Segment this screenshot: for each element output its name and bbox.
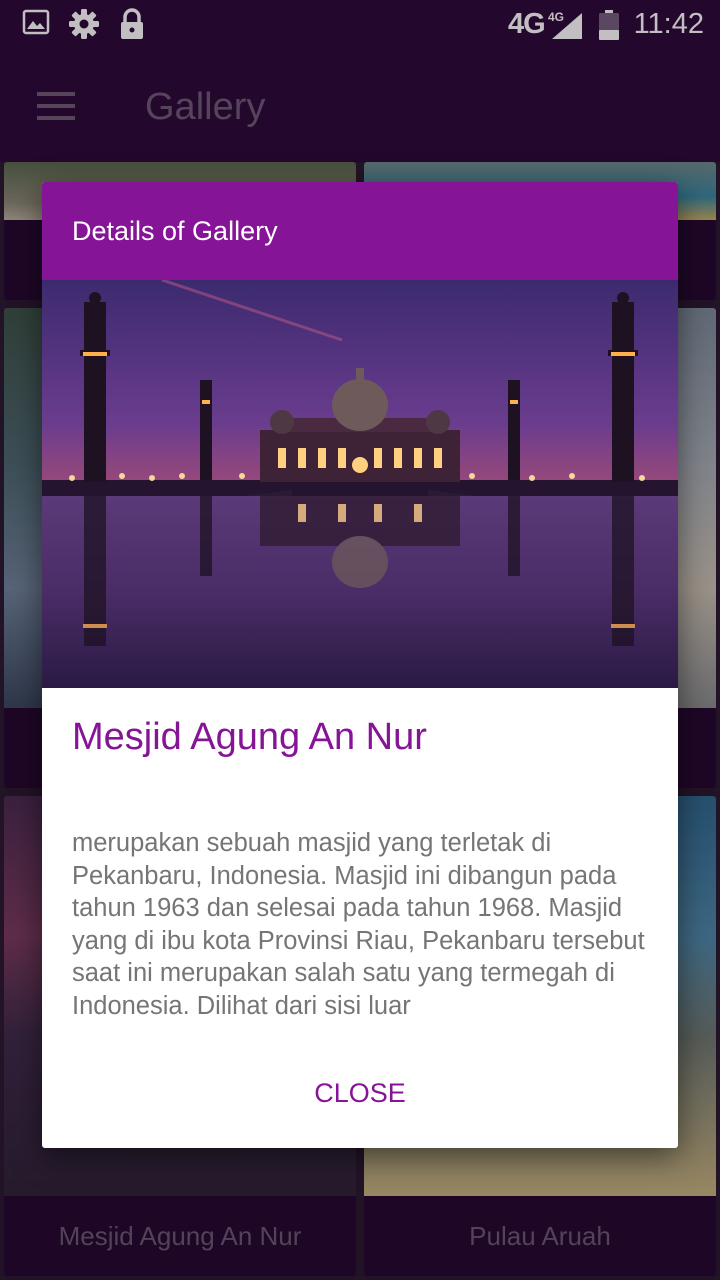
description-scroll[interactable]: merupakan sebuah masjid yang terletak di… bbox=[72, 827, 652, 1035]
lock-icon bbox=[121, 8, 143, 39]
tile-caption: Pulau Aruah bbox=[364, 1196, 716, 1276]
place-description: merupakan sebuah masjid yang terletak di… bbox=[72, 829, 645, 1020]
dialog-title: Details of Gallery bbox=[72, 216, 278, 246]
page-title: Gallery bbox=[145, 86, 266, 128]
gear-icon bbox=[69, 9, 99, 39]
details-dialog: Details of Gallery Mesjid Agung An Nur m… bbox=[42, 182, 678, 1148]
menu-icon[interactable] bbox=[37, 92, 75, 120]
battery-icon bbox=[599, 10, 619, 40]
signal-icon bbox=[552, 13, 582, 39]
clock: 11:42 bbox=[633, 8, 704, 40]
close-button[interactable]: CLOSE bbox=[292, 1070, 428, 1116]
app-bar: Gallery bbox=[0, 50, 720, 162]
place-name: Mesjid Agung An Nur bbox=[72, 716, 427, 758]
dialog-header: Details of Gallery bbox=[42, 182, 678, 280]
status-bar: 4G 4G 11:42 bbox=[0, 0, 720, 50]
mosque-photo bbox=[42, 280, 678, 688]
network-type-label: 4G bbox=[508, 8, 546, 40]
image-icon bbox=[22, 9, 50, 35]
tile-caption: Mesjid Agung An Nur bbox=[4, 1196, 356, 1276]
